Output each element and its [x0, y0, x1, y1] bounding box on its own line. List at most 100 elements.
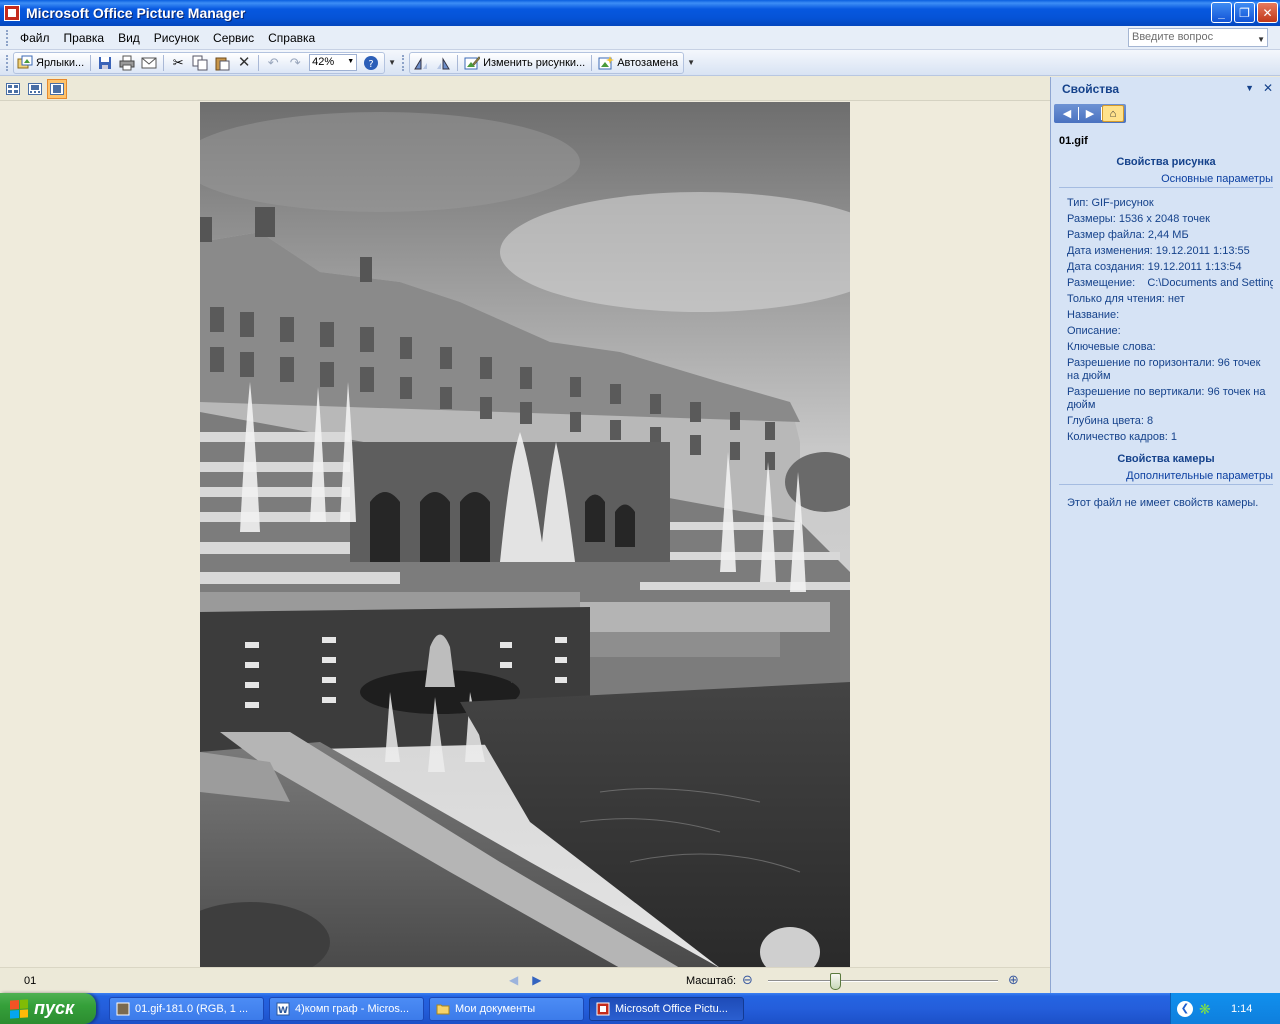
filmstrip-view-button[interactable] — [25, 79, 45, 99]
property-keywords: Ключевые слова: — [1067, 341, 1156, 353]
properties-file-name: 01.gif — [1059, 135, 1088, 147]
property-vertical-resolution: Разрешение по вертикали: 96 точек на дюй… — [1067, 386, 1266, 411]
toolbar-separator — [163, 54, 165, 71]
property-horizontal-resolution: Разрешение по горизонтали: 96 точек на д… — [1067, 357, 1261, 382]
zoom-out-icon[interactable]: ⊖ — [742, 972, 753, 988]
close-icon[interactable]: ✕ — [1263, 81, 1273, 95]
basic-parameters-link[interactable]: Основные параметры — [1059, 173, 1273, 188]
rotate-left-button[interactable] — [410, 53, 432, 73]
next-picture-icon[interactable]: ▶ — [532, 973, 541, 987]
menu-tools[interactable]: Сервис — [206, 29, 261, 47]
property-description: Описание: — [1067, 325, 1121, 337]
toolbar-separator — [457, 54, 459, 71]
zoom-combo[interactable]: 42% ▼ — [309, 54, 358, 71]
single-picture-view-button[interactable] — [47, 78, 67, 99]
zoom-in-icon[interactable]: ⊕ — [1008, 972, 1019, 988]
svg-text:?: ? — [368, 59, 373, 70]
rotate-right-icon — [435, 55, 451, 71]
menubar-grip[interactable] — [6, 29, 9, 46]
ask-question-input[interactable]: Введите вопрос ▼ — [1128, 28, 1268, 47]
menu-help[interactable]: Справка — [261, 29, 322, 47]
toolbar-group-edit: Изменить рисунки... Автозамена — [409, 51, 685, 74]
preview-picture[interactable] — [200, 102, 850, 968]
taskbar-button-my-documents[interactable]: Мои документы — [429, 996, 584, 1021]
taskbar-button-word[interactable]: W 4)комп граф - Micros... — [269, 996, 424, 1021]
palace-fountain-photo — [200, 102, 850, 968]
windows-flag-icon — [10, 998, 28, 1019]
rotate-left-icon — [413, 55, 429, 71]
cut-button[interactable]: ✂ — [167, 53, 189, 73]
taskbar-button-gimp[interactable]: 01.gif-181.0 (RGB, 1 ... — [109, 996, 264, 1021]
save-button[interactable] — [94, 53, 116, 73]
scissors-icon: ✂ — [172, 55, 184, 70]
zoom-slider-track[interactable] — [768, 980, 998, 982]
minimize-button[interactable]: _ — [1211, 2, 1232, 23]
property-dimensions: Размеры: 1536 x 2048 точек — [1067, 213, 1210, 225]
property-list: Тип: GIF-рисунок Размеры: 1536 x 2048 то… — [1059, 197, 1273, 444]
copy-button[interactable] — [189, 53, 211, 73]
taskbar-button-label: Microsoft Office Pictu... — [615, 1002, 728, 1015]
restore-button[interactable]: ❐ — [1234, 2, 1255, 23]
close-button[interactable]: ✕ — [1257, 2, 1278, 23]
chevron-down-icon[interactable]: ▼ — [347, 58, 354, 65]
delete-button[interactable]: ✕ — [233, 53, 255, 73]
svg-text:W: W — [278, 1006, 288, 1016]
chevron-down-icon[interactable]: ▼ — [1245, 83, 1254, 93]
paste-icon — [214, 55, 230, 71]
email-button[interactable] — [138, 53, 160, 73]
menu-edit[interactable]: Правка — [57, 29, 112, 47]
toolbar-separator — [258, 54, 260, 71]
folder-icon — [436, 1002, 450, 1016]
toolbar-grip[interactable] — [402, 54, 405, 71]
property-title: Название: — [1067, 309, 1120, 321]
toolbar-options-icon[interactable]: ▼ — [388, 58, 396, 67]
menu-bar: Файл Правка Вид Рисунок Сервис Справка В… — [0, 26, 1280, 50]
edit-pictures-button[interactable]: Изменить рисунки... — [461, 53, 588, 73]
zoom-slider-thumb[interactable] — [829, 973, 841, 990]
properties-task-pane: Свойства ▼ ✕ ◀ ▶ ⌂ 01.gif Свойства рисун… — [1050, 77, 1280, 993]
home-icon[interactable]: ⌂ — [1102, 105, 1124, 122]
email-picture-icon — [141, 55, 157, 71]
menu-file[interactable]: Файл — [13, 29, 57, 47]
task-pane-body: 01.gif Свойства рисунка Основные парамет… — [1059, 133, 1273, 509]
toolbar-grip[interactable] — [6, 54, 9, 71]
current-picture-name: 01 — [24, 975, 37, 987]
help-button[interactable]: ? — [360, 53, 382, 73]
copy-icon — [192, 55, 208, 71]
forward-arrow-icon[interactable]: ▶ — [1079, 105, 1101, 122]
view-mode-bar — [0, 77, 1050, 101]
start-button[interactable]: пуск — [0, 993, 96, 1024]
edit-pictures-icon — [464, 55, 481, 71]
shortcuts-icon — [17, 55, 33, 71]
previous-picture-icon[interactable]: ◀ — [509, 973, 518, 987]
filmstrip-view-icon — [28, 82, 42, 95]
advanced-parameters-link[interactable]: Дополнительные параметры — [1059, 470, 1273, 485]
property-file-size: Размер файла: 2,44 МБ — [1067, 229, 1189, 241]
shortcuts-button[interactable]: Ярлыки... — [14, 53, 87, 73]
picture-manager-app-icon[interactable] — [4, 5, 20, 21]
autocorrect-button[interactable]: Автозамена — [595, 53, 681, 73]
clock[interactable]: 1:14 — [1231, 1003, 1252, 1015]
thumbnail-view-icon — [6, 82, 20, 95]
show-hidden-icons-icon[interactable]: ❮ — [1177, 1000, 1193, 1017]
taskbar-button-picture-manager[interactable]: Microsoft Office Pictu... — [589, 996, 744, 1021]
camera-properties-note: Этот файл не имеет свойств камеры. — [1067, 497, 1259, 509]
system-tray: ❮ ❋ 1:14 — [1170, 993, 1280, 1024]
menu-view[interactable]: Вид — [111, 29, 147, 47]
redo-button[interactable]: ↷ — [284, 53, 306, 73]
back-arrow-icon[interactable]: ◀ — [1056, 105, 1078, 122]
undo-button[interactable]: ↶ — [262, 53, 284, 73]
rotate-right-button[interactable] — [432, 53, 454, 73]
property-type: Тип: GIF-рисунок — [1067, 197, 1154, 209]
paste-button[interactable] — [211, 53, 233, 73]
chevron-down-icon[interactable]: ▼ — [1257, 35, 1265, 44]
word-document-icon: W — [276, 1002, 290, 1016]
tray-app-icon[interactable]: ❋ — [1199, 1002, 1213, 1016]
print-button[interactable] — [116, 53, 138, 73]
picture-navigation: ◀ ▶ — [509, 973, 541, 987]
thumbnail-view-button[interactable] — [3, 79, 23, 99]
taskbar-button-label: 01.gif-181.0 (RGB, 1 ... — [135, 1002, 249, 1015]
toolbar-options-icon[interactable]: ▼ — [687, 58, 695, 67]
task-pane-nav: ◀ ▶ ⌂ — [1054, 104, 1126, 123]
menu-picture[interactable]: Рисунок — [147, 29, 206, 47]
